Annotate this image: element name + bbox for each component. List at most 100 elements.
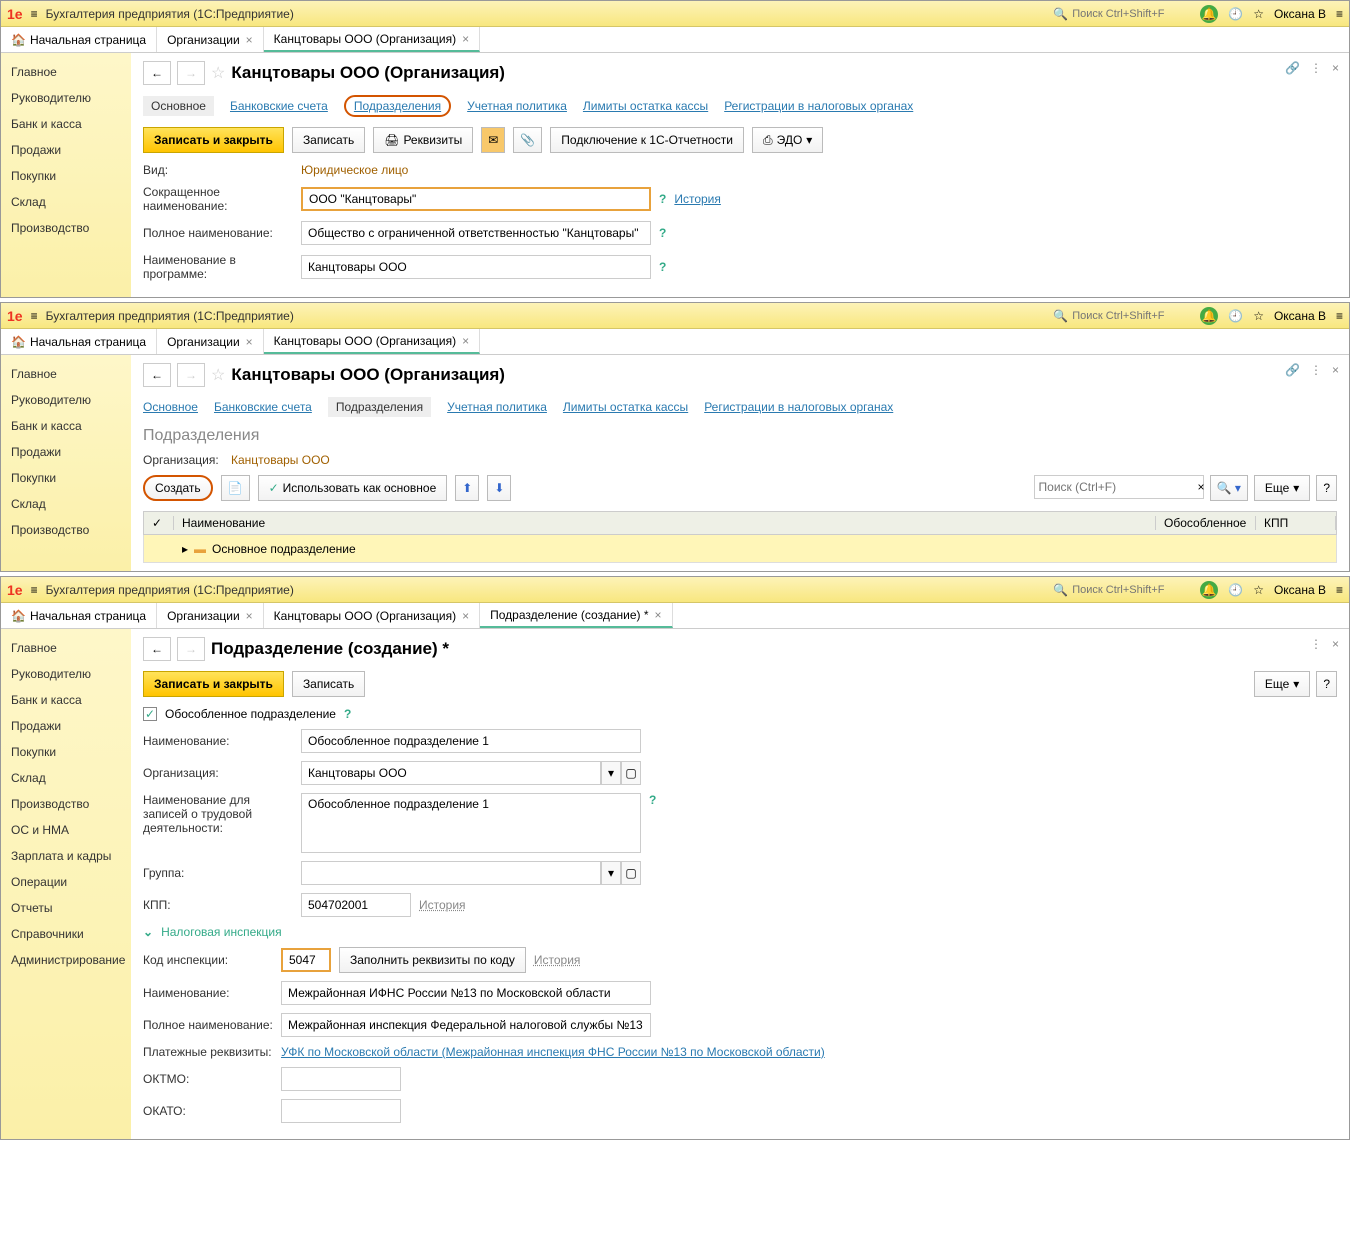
subtab-tax-reg[interactable]: Регистрации в налоговых органах [704, 400, 893, 414]
expand-icon[interactable]: ▸ [182, 542, 188, 556]
insp-full-input[interactable] [281, 1013, 651, 1037]
history-icon[interactable]: 🕘 [1228, 583, 1243, 597]
favorite-icon[interactable]: ☆ [211, 63, 225, 83]
help-button[interactable]: ? [1316, 475, 1337, 501]
history-link[interactable]: История [419, 898, 466, 912]
global-search[interactable]: 🔍 [1053, 309, 1192, 323]
sidebar-item[interactable]: Покупки [1, 739, 131, 765]
forward-button[interactable]: → [177, 61, 205, 85]
tax-section-title[interactable]: Налоговая инспекция [161, 925, 282, 939]
star-icon[interactable]: ☆ [1253, 583, 1264, 597]
kpp-input[interactable] [301, 893, 411, 917]
subtab-divisions[interactable]: Подразделения [328, 397, 431, 417]
menu-icon[interactable]: ≡ [31, 7, 38, 21]
attach-button[interactable]: 📎 [513, 127, 542, 153]
home-tab[interactable]: 🏠Начальная страница [1, 603, 157, 628]
open-icon[interactable]: ▢ [621, 861, 641, 885]
close-icon[interactable]: × [246, 33, 253, 47]
help-icon[interactable]: ? [344, 707, 351, 721]
close-icon[interactable]: × [462, 609, 469, 623]
sidebar-item[interactable]: Производство [1, 215, 131, 241]
bell-icon[interactable]: 🔔 [1200, 581, 1218, 599]
sidebar-item[interactable]: Склад [1, 189, 131, 215]
subtab-accounting[interactable]: Учетная политика [447, 400, 547, 414]
col-kpp[interactable]: КПП [1256, 516, 1336, 530]
col-name[interactable]: Наименование [174, 516, 1156, 530]
search-input[interactable] [1072, 310, 1192, 322]
sidebar-item[interactable]: Зарплата и кадры [1, 843, 131, 869]
link-icon[interactable]: 🔗 [1285, 363, 1300, 377]
sidebar-item[interactable]: Склад [1, 765, 131, 791]
history-link[interactable]: История [534, 953, 581, 967]
subtab-main[interactable]: Основное [143, 96, 214, 116]
sidebar-item[interactable]: Покупки [1, 163, 131, 189]
sidebar-item[interactable]: Производство [1, 517, 131, 543]
save-close-button[interactable]: Записать и закрыть [143, 671, 284, 697]
sidebar-item[interactable]: Руководителю [1, 387, 131, 413]
chevron-down-icon[interactable]: ▾ [601, 761, 621, 785]
subtab-accounting[interactable]: Учетная политика [467, 99, 567, 113]
prog-name-input[interactable] [301, 255, 651, 279]
tab-organizations[interactable]: Организации× [157, 603, 264, 628]
more-icon[interactable]: ⋮ [1310, 363, 1322, 377]
tab-org-card[interactable]: Канцтовары ООО (Организация)× [264, 329, 480, 354]
check-col[interactable]: ✓ [144, 516, 174, 530]
star-icon[interactable]: ☆ [1253, 7, 1264, 21]
full-name-input[interactable] [301, 221, 651, 245]
help-icon[interactable]: ? [649, 793, 656, 807]
search-input[interactable] [1072, 8, 1192, 20]
global-search[interactable]: 🔍 [1053, 583, 1192, 597]
name-input[interactable] [301, 729, 641, 753]
use-main-button[interactable]: ✓ Использовать как основное [258, 475, 448, 501]
copy-button[interactable]: 📄 [221, 475, 250, 501]
list-search[interactable]: × [1034, 475, 1204, 499]
back-button[interactable]: ← [143, 61, 171, 85]
tab-division-create[interactable]: Подразделение (создание) *× [480, 603, 672, 628]
oktmo-input[interactable] [281, 1067, 401, 1091]
home-tab[interactable]: 🏠Начальная страница [1, 329, 157, 354]
group-combo[interactable]: ▾▢ [301, 861, 641, 885]
home-tab[interactable]: 🏠Начальная страница [1, 27, 157, 52]
sidebar-item[interactable]: ОС и НМА [1, 817, 131, 843]
tab-organizations[interactable]: Организации× [157, 27, 264, 52]
sidebar-item[interactable]: Администрирование [1, 947, 131, 973]
sidebar-item[interactable]: Продажи [1, 713, 131, 739]
chevron-down-icon[interactable]: ▾ [601, 861, 621, 885]
history-icon[interactable]: 🕘 [1228, 7, 1243, 21]
back-button[interactable]: ← [143, 637, 171, 661]
sidebar-item[interactable]: Банк и касса [1, 111, 131, 137]
save-close-button[interactable]: Записать и закрыть [143, 127, 284, 153]
close-icon[interactable]: × [246, 609, 253, 623]
global-search[interactable]: 🔍 [1053, 7, 1192, 21]
bell-icon[interactable]: 🔔 [1200, 307, 1218, 325]
forward-button[interactable]: → [177, 637, 205, 661]
sidebar-item[interactable]: Склад [1, 491, 131, 517]
create-button[interactable]: Создать [143, 475, 213, 501]
sidebar-item[interactable]: Главное [1, 59, 131, 85]
tab-organizations[interactable]: Организации× [157, 329, 264, 354]
menu-icon[interactable]: ≡ [31, 309, 38, 323]
sidebar-item[interactable]: Отчеты [1, 895, 131, 921]
save-button[interactable]: Записать [292, 671, 365, 697]
star-icon[interactable]: ☆ [1253, 309, 1264, 323]
sidebar-item[interactable]: Руководителю [1, 661, 131, 687]
forward-button[interactable]: → [177, 363, 205, 387]
tab-org-card[interactable]: Канцтовары ООО (Организация)× [264, 27, 480, 52]
close-icon[interactable]: × [1332, 637, 1339, 651]
close-icon[interactable]: × [462, 334, 469, 348]
separate-checkbox[interactable] [143, 707, 157, 721]
search-input[interactable] [1072, 584, 1192, 596]
fill-button[interactable]: Заполнить реквизиты по коду [339, 947, 526, 973]
subtab-limits[interactable]: Лимиты остатка кассы [563, 400, 688, 414]
sidebar-item[interactable]: Справочники [1, 921, 131, 947]
subtab-main[interactable]: Основное [143, 400, 198, 414]
tab-org-card[interactable]: Канцтовары ООО (Организация)× [264, 603, 480, 628]
sidebar-item[interactable]: Руководителю [1, 85, 131, 111]
help-icon[interactable]: ? [659, 192, 666, 206]
user-name[interactable]: Оксана В [1274, 309, 1326, 323]
bell-icon[interactable]: 🔔 [1200, 5, 1218, 23]
help-icon[interactable]: ? [659, 260, 666, 274]
col-obos[interactable]: Обособленное [1156, 516, 1256, 530]
clear-icon[interactable]: × [1198, 480, 1205, 494]
more-icon[interactable]: ⋮ [1310, 61, 1322, 75]
